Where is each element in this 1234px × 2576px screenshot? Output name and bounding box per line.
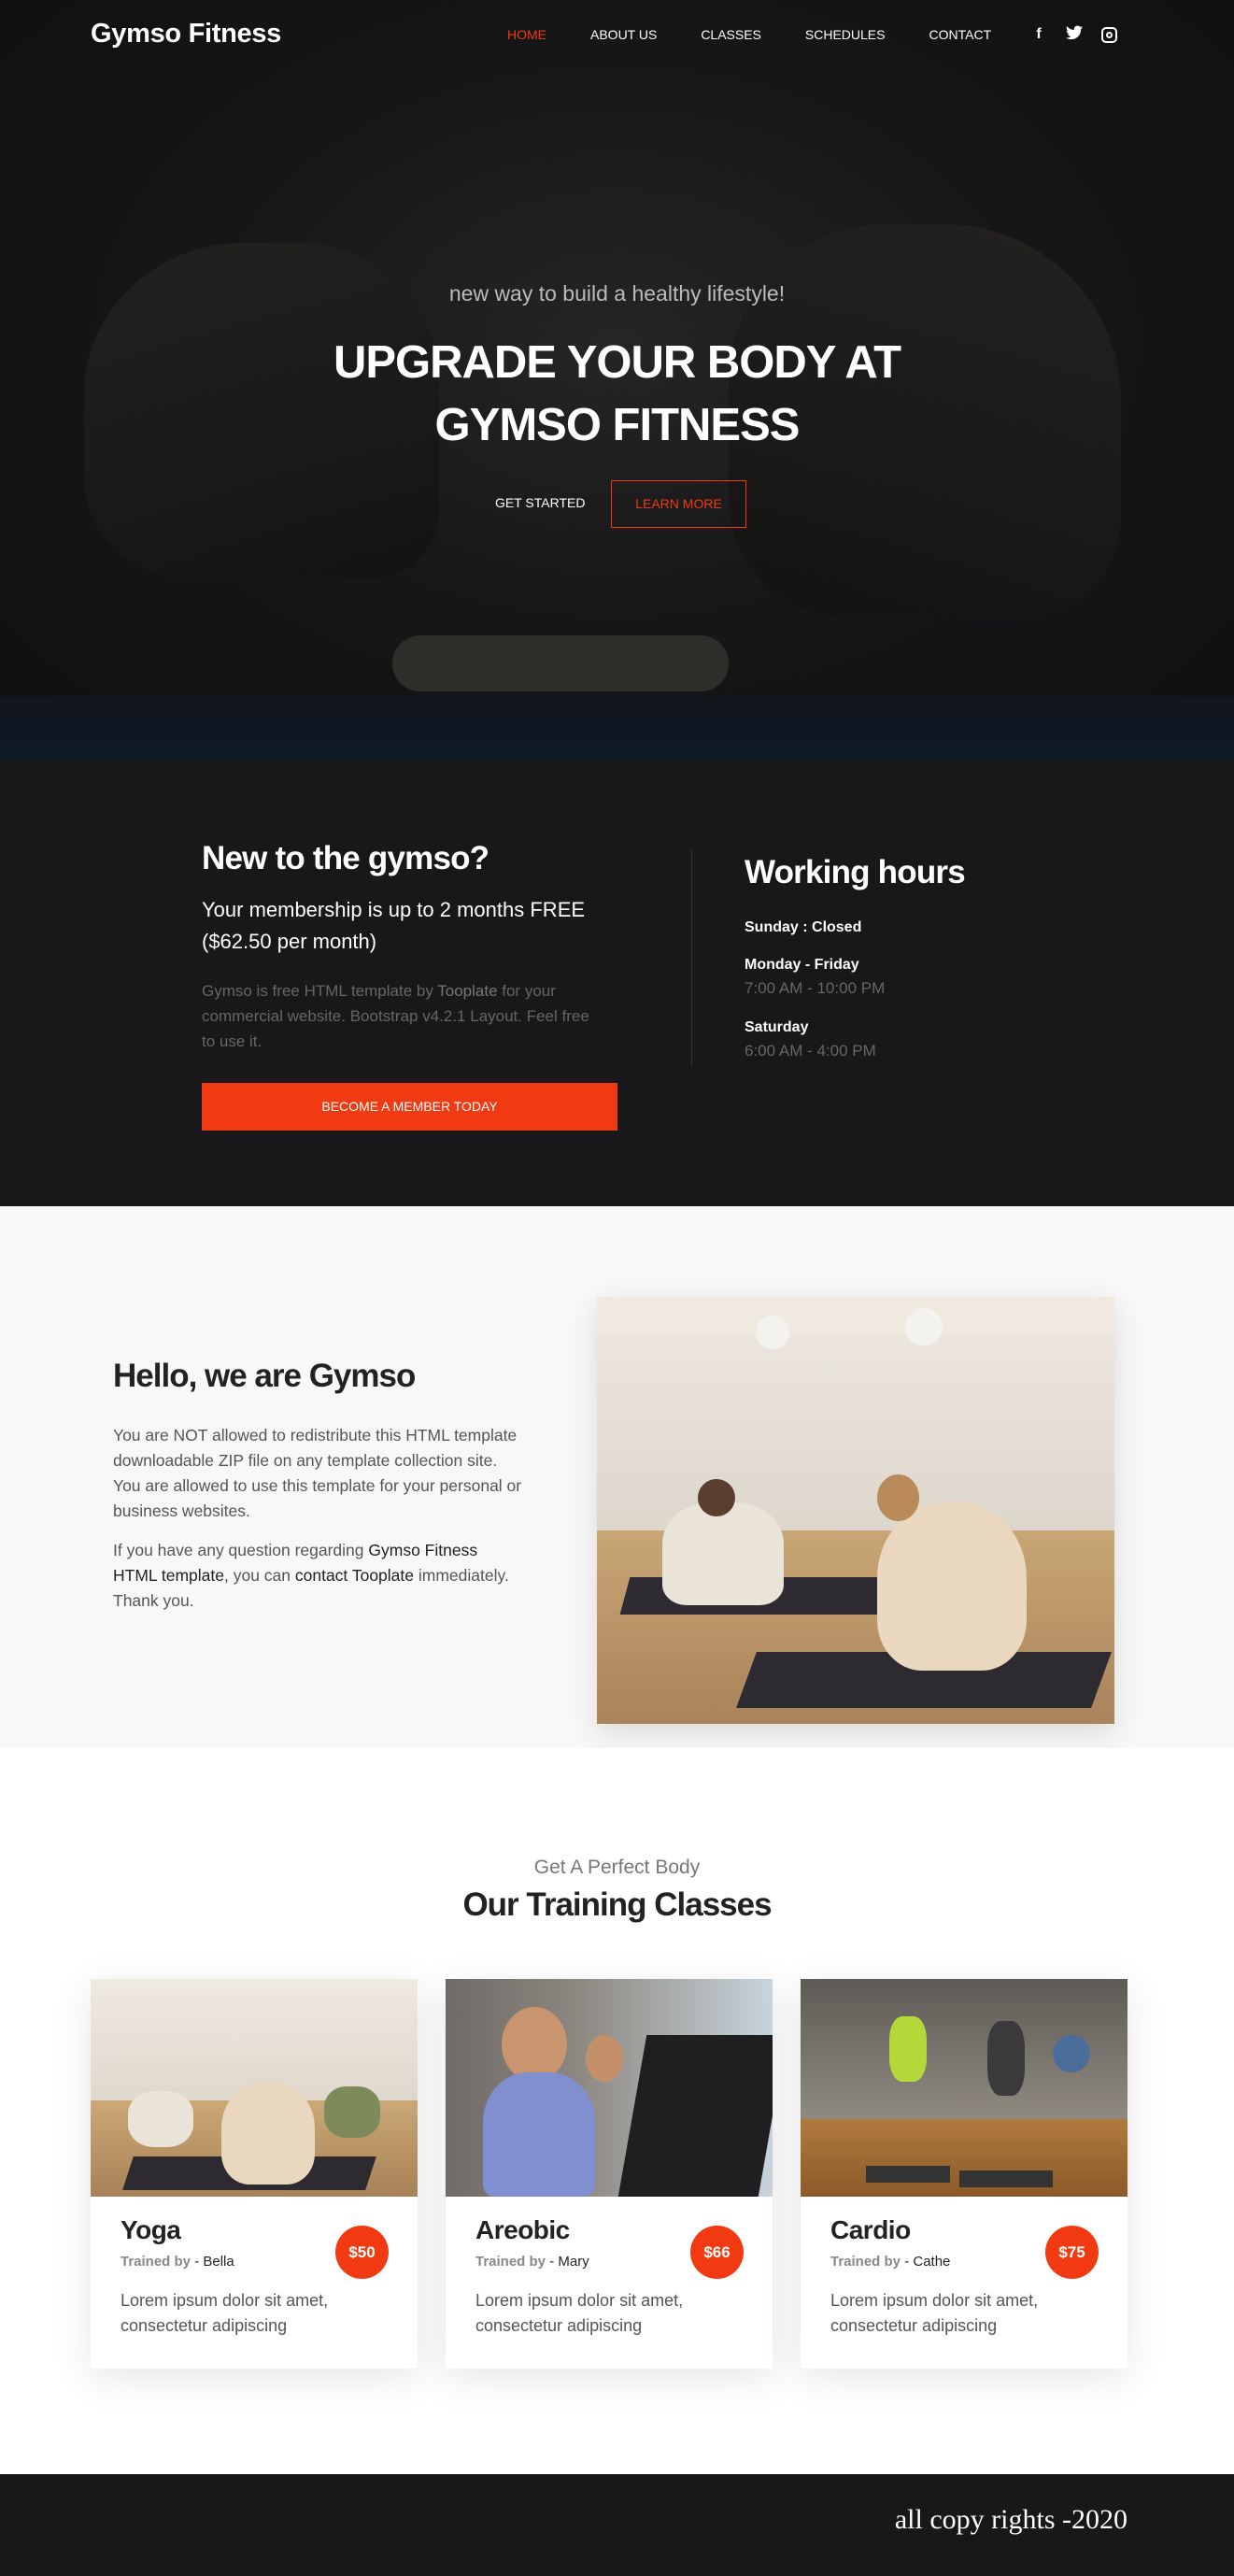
class-name: Cardio [830, 2215, 911, 2244]
hero-subtitle: new way to build a healthy lifestyle! [448, 281, 786, 306]
class-description: Lorem ipsum dolor sit amet, consectetur … [121, 2291, 329, 2335]
hero-title: UPGRADE YOUR BODY AT GYMSO FITNESS [333, 337, 901, 450]
hours-day: Monday - Friday [745, 957, 859, 973]
copyright-text: all copy rights -2020 [894, 2504, 1128, 2535]
about-text: If you have any question regarding [113, 1541, 369, 1559]
price-badge: $66 [690, 2226, 744, 2279]
nav-about-us[interactable]: ABOUT US [590, 27, 657, 42]
contact-tooplate-link[interactable]: contact Tooplate [295, 1566, 414, 1585]
class-card-cardio[interactable]: Cardio Trained by - Cathe $75 Lorem ipsu… [801, 1979, 1128, 2369]
about-text: , you can [223, 1566, 295, 1585]
trainer-name: - Bella [191, 2254, 234, 2270]
hours-day: Sunday : Closed [745, 919, 862, 935]
class-image-areobic [446, 1979, 773, 2197]
main-menu: HOME ABOUT US CLASSES SCHEDULES CONTACT [507, 27, 1035, 42]
hours-row-saturday: Saturday 6:00 AM - 4:00 PM [745, 1019, 876, 1060]
hours-time: 7:00 AM - 10:00 PM [745, 979, 886, 997]
class-card-areobic[interactable]: Areobic Trained by - Mary $66 Lorem ipsu… [446, 1979, 773, 2369]
tooplate-link[interactable]: Tooplate [437, 982, 497, 1000]
twitter-icon[interactable] [1066, 25, 1083, 44]
class-trainer: Trained by - Mary [475, 2254, 589, 2270]
classes-section: Get A Perfect Body Our Training Classes … [0, 1748, 1234, 2474]
classes-title: Our Training Classes [462, 1886, 772, 1923]
price-badge: $50 [335, 2226, 389, 2279]
hero-section: new way to build a healthy lifestyle! UP… [0, 0, 1234, 761]
class-trainer: Trained by - Cathe [830, 2254, 950, 2270]
class-name: Yoga [121, 2215, 181, 2244]
class-card-yoga[interactable]: Yoga Trained by - Bella $50 Lorem ipsum … [91, 1979, 418, 2369]
classes-subtitle: Get A Perfect Body [533, 1857, 701, 1878]
membership-subtitle: Your membership is up to 2 months FREE (… [202, 898, 586, 953]
hours-time: 6:00 AM - 4:00 PM [745, 1042, 876, 1060]
class-description: Lorem ipsum dolor sit amet, consectetur … [475, 2291, 684, 2335]
footer: all copy rights -2020 [0, 2474, 1234, 2576]
social-links: f [1030, 25, 1117, 44]
get-started-button[interactable]: GET STARTED [495, 495, 585, 510]
class-image-cardio [801, 1979, 1128, 2197]
hours-row-weekdays: Monday - Friday 7:00 AM - 10:00 PM [745, 957, 885, 998]
membership-title: New to the gymso? [202, 840, 489, 876]
membership-description: Gymso is free HTML template by Tooplate … [202, 978, 603, 1054]
section-divider [691, 849, 692, 1066]
class-trainer: Trained by - Bella [121, 2254, 234, 2270]
about-paragraph-1: You are NOT allowed to redistribute this… [113, 1426, 522, 1520]
facebook-icon[interactable]: f [1030, 25, 1047, 44]
working-hours-title: Working hours [745, 854, 966, 890]
instagram-icon[interactable] [1101, 27, 1117, 43]
top-navbar: Gymso Fitness HOME ABOUT US CLASSES SCHE… [0, 0, 1234, 71]
hours-day: Saturday [745, 1019, 809, 1035]
membership-section: New to the gymso? Your membership is up … [0, 761, 1234, 1206]
about-title: Hello, we are Gymso [113, 1358, 416, 1394]
about-paragraph-2: If you have any question regarding Gymso… [113, 1538, 524, 1614]
nav-home[interactable]: HOME [507, 27, 546, 42]
class-description: Lorem ipsum dolor sit amet, consectetur … [830, 2291, 1039, 2335]
about-section: Hello, we are Gymso You are NOT allowed … [0, 1206, 1234, 1748]
nav-classes[interactable]: CLASSES [701, 27, 761, 42]
trained-by-label: Trained by [475, 2254, 546, 2270]
brand-logo[interactable]: Gymso Fitness [91, 19, 281, 50]
membership-desc-text: Gymso is free HTML template by [202, 982, 438, 1000]
trained-by-label: Trained by [830, 2254, 901, 2270]
hours-row-sunday: Sunday : Closed [745, 919, 861, 936]
become-member-button[interactable]: BECOME A MEMBER TODAY [202, 1083, 617, 1131]
class-name: Areobic [475, 2215, 570, 2244]
trained-by-label: Trained by [121, 2254, 191, 2270]
about-yoga-image [597, 1297, 1114, 1724]
price-badge: $75 [1045, 2226, 1099, 2279]
trainer-name: - Mary [546, 2254, 589, 2270]
nav-schedules[interactable]: SCHEDULES [805, 27, 886, 42]
learn-more-button[interactable]: LEARN MORE [611, 480, 746, 528]
nav-contact[interactable]: CONTACT [929, 27, 992, 42]
class-image-yoga [91, 1979, 418, 2197]
trainer-name: - Cathe [901, 2254, 951, 2270]
